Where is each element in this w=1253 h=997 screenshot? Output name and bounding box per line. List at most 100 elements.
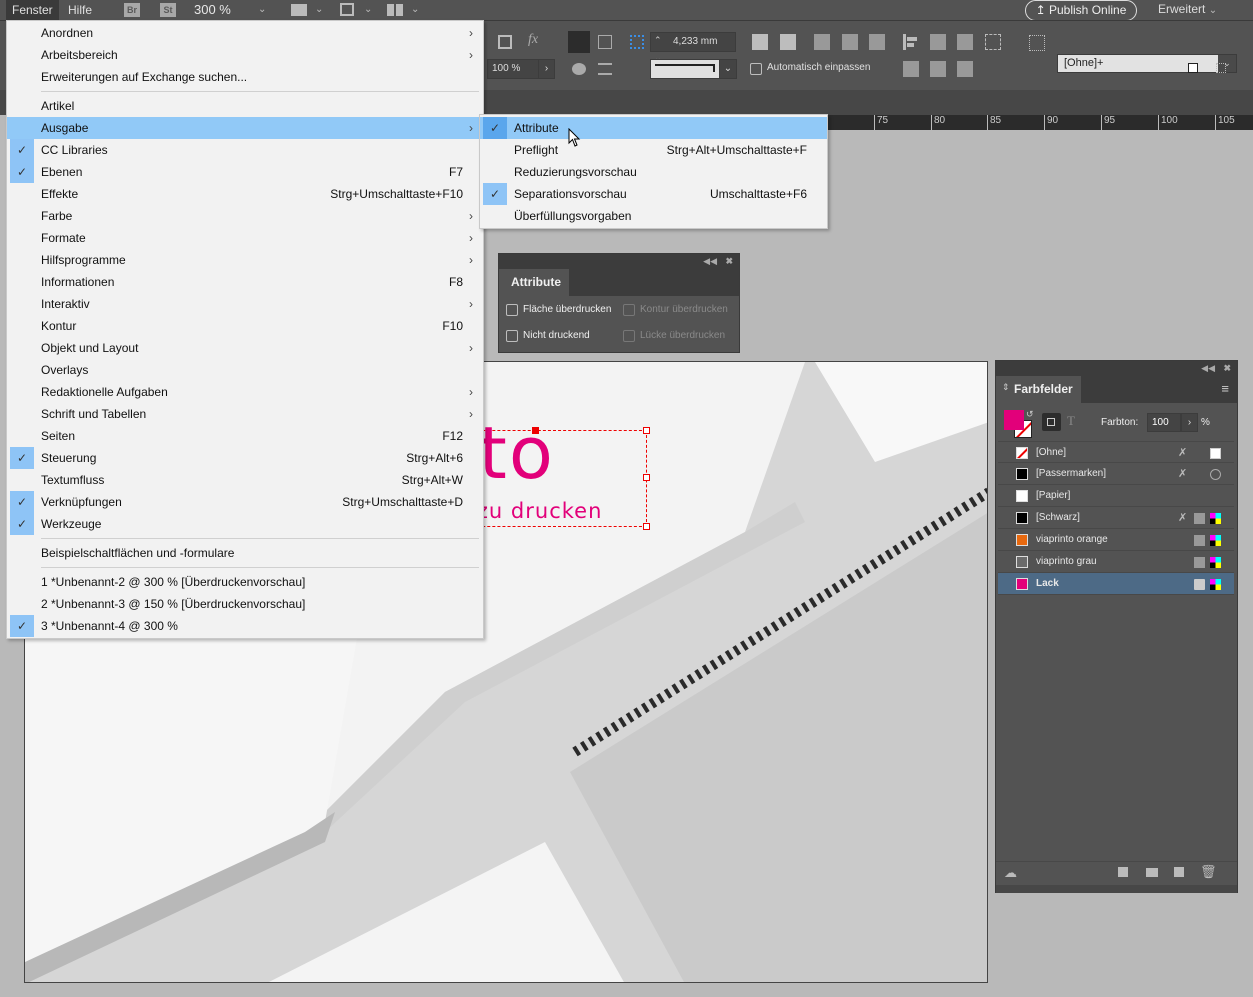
cc-library-icon[interactable]: ☁	[1004, 865, 1017, 881]
screen-mode-icon[interactable]	[340, 3, 354, 16]
swatch-views-icon[interactable]	[1118, 867, 1128, 877]
panel-titlebar[interactable]: ◀◀ ✖	[499, 254, 739, 269]
zoom-chevron-icon[interactable]: ⌄	[258, 4, 266, 15]
object-style-dropdown[interactable]: [Ohne]+ ⌄	[1057, 54, 1237, 73]
delete-icon[interactable]: 🗑	[1200, 864, 1217, 880]
reference-point-icon[interactable]	[630, 35, 644, 49]
text-wrap-next-column-icon[interactable]	[598, 63, 612, 75]
swatch-row[interactable]: viaprinto grau	[998, 551, 1234, 573]
align-top-icon[interactable]	[903, 61, 919, 77]
menu-item-reduzierungsvorschau[interactable]: Reduzierungsvorschau	[480, 161, 827, 183]
menu-item-seiten[interactable]: Seiten F12	[7, 425, 483, 447]
panel-menu-icon[interactable]: ≡	[1221, 381, 1229, 396]
align-horizontal-center-icon[interactable]	[930, 34, 946, 50]
swatch-row[interactable]: [Ohne] ✗	[998, 441, 1234, 463]
chevron-down-icon[interactable]: ⌄	[364, 4, 372, 15]
swatch-row[interactable]: [Schwarz] ✗	[998, 507, 1234, 529]
menu-item-verknuepfungen[interactable]: ✓ Verknüpfungen Strg+Umschalttaste+D	[7, 491, 483, 513]
menu-item-ebenen[interactable]: ✓ Ebenen F7	[7, 161, 483, 183]
text-wrap-shape-icon[interactable]	[598, 35, 612, 49]
menu-item-hilfsprogramme[interactable]: Hilfsprogramme ›	[7, 249, 483, 271]
nonprinting-checkbox[interactable]	[506, 330, 518, 342]
break-link-style-icon[interactable]	[1216, 63, 1226, 73]
fit-frame-to-content-icon[interactable]	[780, 34, 796, 50]
menu-item-formate[interactable]: Formate ›	[7, 227, 483, 249]
selected-text-frame[interactable]: nto t zu drucken	[431, 417, 650, 530]
menu-item-document-3[interactable]: ✓ 3 *Unbenannt-4 @ 300 %	[7, 615, 483, 637]
frame-handle[interactable]	[643, 474, 650, 481]
menu-item-kontur[interactable]: Kontur F10	[7, 315, 483, 337]
clear-overrides-icon[interactable]	[1188, 63, 1198, 73]
overprint-fill-checkbox[interactable]	[506, 304, 518, 316]
close-icon[interactable]: ✖	[1223, 361, 1231, 376]
menu-item-cc-libraries[interactable]: ✓ CC Libraries	[7, 139, 483, 161]
menu-item-effekte[interactable]: Effekte Strg+Umschalttaste+F10	[7, 183, 483, 205]
swap-fill-stroke-icon[interactable]: ↺	[1026, 409, 1034, 420]
horizontal-ruler[interactable]: 75 80 85 90 95 100 105	[826, 115, 1253, 130]
text-wrap-around-bbox-icon[interactable]	[568, 31, 590, 53]
fx-icon[interactable]: fx	[528, 32, 538, 48]
align-bottom-icon[interactable]	[957, 61, 973, 77]
menu-item-artikel[interactable]: Artikel	[7, 95, 483, 117]
tint-slider-button[interactable]: ›	[1181, 413, 1198, 432]
frame-handle[interactable]	[532, 427, 539, 434]
swatch-row-selected[interactable]: Lack	[998, 573, 1234, 595]
formatting-container-button[interactable]	[1042, 413, 1061, 431]
workspace-switcher[interactable]: Erweitert ⌄	[1158, 0, 1217, 20]
menu-item-interaktiv[interactable]: Interaktiv ›	[7, 293, 483, 315]
menu-item-arbeitsbereich[interactable]: Arbeitsbereich ›	[7, 44, 483, 66]
menu-item-werkzeuge[interactable]: ✓ Werkzeuge	[7, 513, 483, 535]
menu-item-informationen[interactable]: Informationen F8	[7, 271, 483, 293]
chevron-right-icon[interactable]: ›	[538, 60, 554, 78]
center-content-icon[interactable]	[814, 34, 830, 50]
stroke-type-dropdown[interactable]	[650, 59, 720, 79]
opacity-field[interactable]: 100 % ›	[487, 59, 555, 79]
fit-content-to-frame-icon[interactable]	[752, 34, 768, 50]
menu-item-beispielschaltflaechen[interactable]: Beispielschaltflächen und -formulare	[7, 542, 483, 564]
bridge-button[interactable]: Br	[124, 3, 140, 17]
menu-item-ueberfuellungsvorgaben[interactable]: Überfüllungsvorgaben	[480, 205, 827, 227]
menu-item-overlays[interactable]: Overlays	[7, 359, 483, 381]
menu-item-anordnen[interactable]: Anordnen ›	[7, 22, 483, 44]
menu-hilfe[interactable]: Hilfe	[62, 0, 98, 20]
menu-item-redaktionelle-aufgaben[interactable]: Redaktionelle Aufgaben ›	[7, 381, 483, 403]
stock-button[interactable]: St	[160, 3, 176, 17]
menu-item-exchange[interactable]: Erweiterungen auf Exchange suchen...	[7, 66, 483, 88]
menu-item-ausgabe[interactable]: Ausgabe ›	[7, 117, 483, 139]
menu-item-separationsvorschau[interactable]: ✓ Separationsvorschau Umschalttaste+F6	[480, 183, 827, 205]
publish-online-button[interactable]: ↥ Publish Online	[1025, 0, 1137, 21]
menu-item-textumfluss[interactable]: Textumfluss Strg+Alt+W	[7, 469, 483, 491]
align-right-icon[interactable]	[957, 34, 973, 50]
new-swatch-icon[interactable]	[1174, 867, 1184, 877]
text-wrap-jump-icon[interactable]	[572, 63, 586, 75]
menu-fenster[interactable]: Fenster	[6, 0, 59, 20]
view-options-icon[interactable]	[291, 4, 307, 16]
swatch-row[interactable]: [Papier]	[998, 485, 1234, 507]
drop-shadow-icon[interactable]	[498, 35, 512, 49]
new-color-group-icon[interactable]	[1146, 868, 1158, 877]
fit-proportionally-icon[interactable]	[869, 34, 885, 50]
align-vertical-center-icon[interactable]	[930, 61, 946, 77]
resize-grip[interactable]	[996, 885, 1237, 893]
zoom-level[interactable]: 300 %	[194, 0, 231, 20]
arrange-documents-icon[interactable]	[387, 4, 403, 16]
panel-titlebar[interactable]: ◀◀ ✖	[996, 361, 1237, 376]
menu-item-document-1[interactable]: 1 *Unbenannt-2 @ 300 % [Überdruckenvorsc…	[7, 571, 483, 593]
fill-swatch[interactable]	[1004, 410, 1024, 430]
fill-frame-icon[interactable]	[842, 34, 858, 50]
chevron-down-icon[interactable]: ⌄	[411, 4, 419, 15]
tab-attribute[interactable]: Attribute	[499, 269, 569, 296]
menu-item-document-2[interactable]: 2 *Unbenannt-3 @ 150 % [Überdruckenvorsc…	[7, 593, 483, 615]
collapse-icon[interactable]: ◀◀	[1201, 361, 1215, 376]
frame-handle[interactable]	[643, 427, 650, 434]
align-left-icon[interactable]	[903, 34, 919, 50]
menu-item-attribute[interactable]: ✓ Attribute	[480, 117, 827, 139]
menu-item-farbe[interactable]: Farbe ›	[7, 205, 483, 227]
chevron-down-icon[interactable]: ⌄	[315, 4, 323, 15]
tint-input[interactable]: 100	[1147, 413, 1181, 432]
menu-item-objekt-und-layout[interactable]: Objekt und Layout ›	[7, 337, 483, 359]
frame-handle[interactable]	[643, 523, 650, 530]
menu-item-schrift-und-tabellen[interactable]: Schrift und Tabellen ›	[7, 403, 483, 425]
panel-options-toggle-icon[interactable]: ⇕	[1002, 382, 1010, 393]
collapse-icon[interactable]: ◀◀	[703, 254, 717, 269]
